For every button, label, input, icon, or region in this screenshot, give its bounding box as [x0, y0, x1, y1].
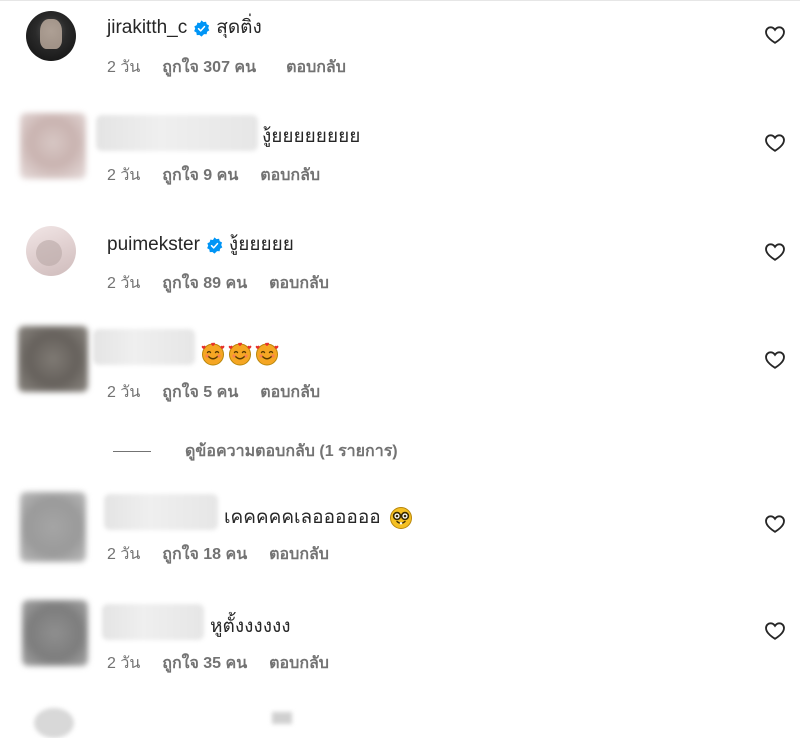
heart-outline-icon[interactable]	[764, 24, 786, 46]
heart-outline-icon[interactable]	[764, 241, 786, 263]
next-comment-text-partial	[272, 712, 292, 724]
comment-item: งู้ยยยยยยยย 2 วัน ถูกใจ 9 คน ตอบกลับ	[0, 105, 800, 205]
reply-button[interactable]: ตอบกลับ	[286, 58, 346, 78]
next-comment-avatar-partial	[34, 708, 74, 738]
nerd-face-icon	[389, 507, 412, 529]
comment-item: เคคคคคเลออออออ 2 วัน ถูกใจ 18 คน ตอบกลับ	[0, 484, 800, 584]
heart-outline-icon[interactable]	[764, 513, 786, 535]
heart-outline-icon[interactable]	[764, 349, 786, 371]
comment-username-blurred[interactable]	[104, 494, 218, 530]
comment-item: 2 วัน ถูกใจ 5 คน ตอบกลับ	[0, 320, 800, 420]
comment-likes[interactable]: ถูกใจ 89 คน	[162, 274, 247, 294]
comment-time[interactable]: 2 วัน	[107, 274, 140, 294]
reply-button[interactable]: ตอบกลับ	[260, 166, 320, 186]
avatar[interactable]	[22, 600, 88, 666]
comment-username[interactable]: jirakitth_c	[107, 16, 187, 40]
comment-likes[interactable]: ถูกใจ 35 คน	[162, 654, 247, 674]
comment-text: เคคคคคเลออออออ	[224, 507, 381, 528]
comment-likes[interactable]: ถูกใจ 9 คน	[162, 166, 238, 186]
reply-button[interactable]: ตอบกลับ	[269, 274, 329, 294]
verified-badge-icon	[194, 19, 210, 37]
heart-outline-icon[interactable]	[764, 620, 786, 642]
avatar[interactable]	[26, 11, 76, 61]
reply-button[interactable]: ตอบกลับ	[269, 654, 329, 674]
reply-button[interactable]: ตอบกลับ	[269, 545, 329, 565]
heart-outline-icon[interactable]	[764, 132, 786, 154]
reply-button[interactable]: ตอบกลับ	[260, 383, 320, 403]
comment-text: หูตั้งงงงงง	[210, 616, 291, 637]
emoji-group	[201, 342, 282, 366]
avatar[interactable]	[20, 492, 86, 562]
avatar[interactable]	[20, 113, 86, 179]
smiling-face-with-hearts-icon	[228, 342, 252, 366]
comment-time[interactable]: 2 วัน	[107, 166, 140, 186]
comment-item: jirakitth_c สุดติ่ง 2 วัน ถูกใจ 307 คน ตอบ…	[0, 0, 800, 100]
comment-text: สุดติ่ง	[216, 17, 262, 38]
view-replies-label: ดูข้อความตอบกลับ (1 รายการ)	[185, 442, 398, 460]
view-replies-button[interactable]: ดูข้อความตอบกลับ (1 รายการ)	[113, 441, 398, 461]
comment-time[interactable]: 2 วัน	[107, 545, 140, 565]
comment-likes[interactable]: ถูกใจ 18 คน	[162, 545, 247, 565]
comment-username-blurred[interactable]	[96, 115, 258, 151]
comment-time[interactable]: 2 วัน	[107, 58, 140, 78]
comment-text: งู้ยยยยยยยย	[262, 126, 361, 147]
comment-username[interactable]: puimekster	[107, 233, 200, 257]
smiling-face-with-hearts-icon	[201, 342, 225, 366]
comment-time[interactable]: 2 วัน	[107, 654, 140, 674]
replies-divider	[113, 450, 151, 452]
comment-time[interactable]: 2 วัน	[107, 383, 140, 403]
avatar[interactable]	[26, 226, 76, 276]
comment-username-blurred[interactable]	[93, 329, 195, 365]
comment-text: งู้ยยยยย	[228, 234, 294, 255]
comment-item: หูตั้งงงงงง 2 วัน ถูกใจ 35 คน ตอบกลับ	[0, 592, 800, 692]
verified-badge-icon	[207, 236, 223, 254]
comment-item: puimekster งู้ยยยยย 2 วัน ถูกใจ 89 คน ตอบก…	[0, 213, 800, 313]
comment-likes[interactable]: ถูกใจ 307 คน	[162, 58, 256, 78]
avatar[interactable]	[18, 326, 88, 392]
comment-likes[interactable]: ถูกใจ 5 คน	[162, 383, 238, 403]
smiling-face-with-hearts-icon	[255, 342, 279, 366]
comment-username-blurred[interactable]	[102, 604, 204, 640]
